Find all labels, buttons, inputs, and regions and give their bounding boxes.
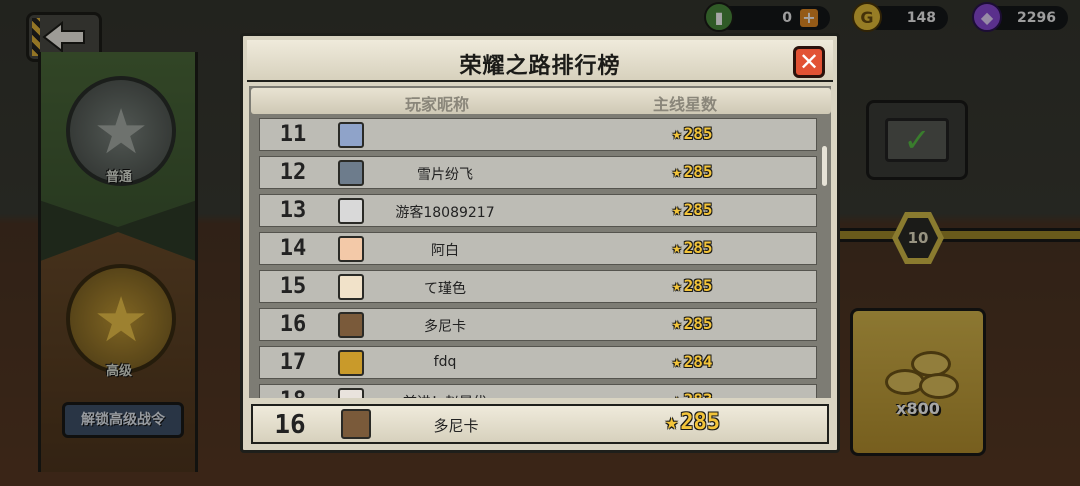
- star-icon: ★: [672, 124, 682, 143]
- table-row[interactable]: 15 て瑾色 ★ 285: [259, 270, 817, 303]
- rank-number: 15: [279, 274, 307, 299]
- own-avatar[interactable]: [341, 409, 371, 439]
- rank-number: 17: [279, 350, 307, 375]
- table-row[interactable]: 12 雪片纷飞 ★ 285: [259, 156, 817, 189]
- scrollbar[interactable]: [822, 146, 827, 186]
- player-name: 雪片纷飞: [417, 167, 473, 183]
- column-main-stars: 主线星数: [653, 95, 718, 114]
- own-name: 多尼卡: [433, 417, 479, 435]
- player-avatar[interactable]: [338, 198, 364, 224]
- rank-number: 12: [279, 160, 307, 185]
- player-avatar[interactable]: [338, 236, 364, 262]
- column-headers: 玩家昵称 主线星数: [251, 88, 831, 114]
- rank-number: 13: [279, 198, 307, 223]
- player-name: fdq: [433, 354, 457, 370]
- star-count: ★ 285: [672, 124, 713, 143]
- player-avatar[interactable]: [338, 350, 364, 376]
- table-row[interactable]: 16 多尼卡 ★ 285: [259, 308, 817, 341]
- table-row[interactable]: 13 游客18089217 ★ 285: [259, 194, 817, 227]
- player-avatar[interactable]: [338, 160, 364, 186]
- star-icon: ★: [672, 314, 682, 333]
- star-count: ★ 284: [672, 352, 713, 371]
- star-icon: ★: [672, 390, 682, 398]
- rank-number: 16: [279, 312, 307, 337]
- leaderboard-modal: 荣耀之路排行榜 ✕ 玩家昵称 主线星数 11 ★ 285 12 雪片纷飞 ★ 285 13 游客…: [240, 33, 840, 453]
- own-rank-row: 16 多尼卡 ★285: [251, 404, 829, 444]
- star-icon: ★: [672, 238, 682, 257]
- star-icon: ★: [672, 200, 682, 219]
- player-name: 多尼卡: [424, 319, 466, 335]
- star-icon: ★: [672, 352, 682, 371]
- rank-number: 14: [279, 236, 307, 261]
- rank-number: 18: [272, 388, 314, 398]
- player-avatar[interactable]: [338, 122, 364, 148]
- leaderboard-list[interactable]: 玩家昵称 主线星数 11 ★ 285 12 雪片纷飞 ★ 285 13 游客18089217 ★ 2…: [249, 86, 831, 398]
- star-count: ★ 285: [672, 314, 713, 333]
- star-count: ★ 285: [672, 162, 713, 181]
- player-name: 游客18089217: [395, 205, 495, 221]
- player-name: 阿白: [431, 243, 459, 259]
- table-row[interactable]: 14 阿白 ★ 285: [259, 232, 817, 265]
- table-row[interactable]: 18 前进！赵昇优 ★283: [259, 384, 817, 398]
- star-icon: ★: [672, 162, 682, 181]
- star-count: ★ 285: [672, 238, 713, 257]
- star-count: ★ 285: [672, 200, 713, 219]
- table-row[interactable]: 11 ★ 285: [259, 118, 817, 151]
- player-name: て瑾色: [424, 281, 466, 297]
- modal-header: 荣耀之路排行榜 ✕: [247, 40, 833, 82]
- table-row[interactable]: 17 fdq ★ 284: [259, 346, 817, 379]
- player-avatar[interactable]: [338, 388, 364, 398]
- player-avatar[interactable]: [338, 312, 364, 338]
- close-button[interactable]: ✕: [793, 46, 825, 78]
- leaderboard-rows: 11 ★ 285 12 雪片纷飞 ★ 285 13 游客18089217 ★ 285 14 阿白 ★ 285…: [259, 118, 817, 398]
- player-avatar[interactable]: [338, 274, 364, 300]
- star-icon: ★: [672, 276, 682, 295]
- own-rank: 16: [274, 410, 306, 440]
- player-name: 前进！赵昇优: [370, 392, 520, 398]
- own-star-count: ★285: [665, 410, 720, 435]
- star-icon: ★: [665, 410, 679, 435]
- rank-number: 11: [279, 122, 307, 147]
- column-player-name: 玩家昵称: [405, 95, 470, 114]
- star-count: ★283: [672, 390, 713, 398]
- modal-title: 荣耀之路排行榜: [459, 54, 621, 79]
- star-count: ★ 285: [672, 276, 713, 295]
